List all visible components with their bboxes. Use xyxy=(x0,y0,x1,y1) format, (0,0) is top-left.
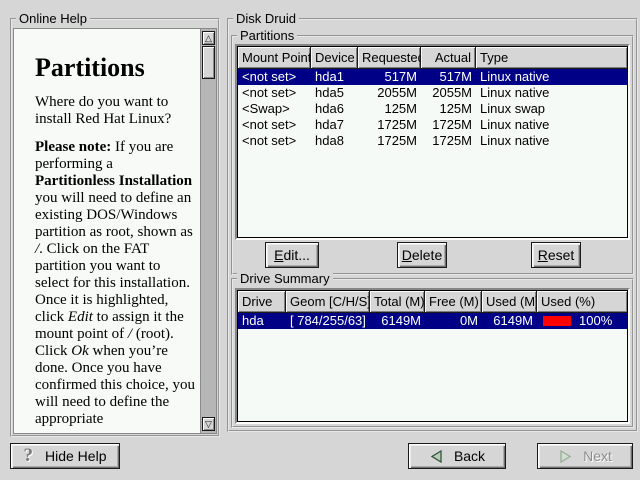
hide-help-button[interactable]: ? Hide Help xyxy=(10,443,120,469)
column-header-mount-point[interactable]: Mount Point xyxy=(238,47,311,69)
drive-summary-table-body: hda[ 784/255/63]6149M0M6149M100% xyxy=(238,313,627,329)
column-header-used-m[interactable]: Used (M) xyxy=(482,291,537,313)
help-content: Partitions Where do you want to install … xyxy=(14,29,201,433)
column-header-type[interactable]: Type xyxy=(476,47,627,69)
partition-row[interactable]: <not set>hda71725M1725MLinux native xyxy=(238,117,627,133)
edit-button[interactable]: Edit... xyxy=(265,242,319,268)
used-percent-bar xyxy=(543,316,571,326)
column-header-total[interactable]: Total (M) xyxy=(370,291,425,313)
drive-summary-table: Drive Geom [C/H/S] Total (M) Free (M) Us… xyxy=(235,288,630,424)
help-title: Partitions xyxy=(35,59,195,76)
disk-druid-frame: Disk Druid Partitions Mount Point Device… xyxy=(227,18,638,432)
help-paragraphs: Where do you want to install Red Hat Lin… xyxy=(35,94,195,428)
column-header-used-pct[interactable]: Used (%) xyxy=(537,291,627,313)
column-header-drive[interactable]: Drive xyxy=(238,291,286,313)
online-help-frame: Online Help Partitions Where do you want… xyxy=(10,18,220,437)
partition-row[interactable]: <Swap>hda6125M125MLinux swap xyxy=(238,101,627,117)
partition-row[interactable]: <not set>hda52055M2055MLinux native xyxy=(238,85,627,101)
partitions-table-body: <not set>hda1517M517MLinux native<not se… xyxy=(238,69,627,149)
next-arrow-icon xyxy=(558,449,573,464)
help-scrollbar[interactable]: △ ▽ xyxy=(200,29,216,433)
partitions-frame-label: Partitions xyxy=(237,28,297,43)
scroll-down-icon[interactable]: ▽ xyxy=(202,417,215,431)
installer-window: Online Help Partitions Where do you want… xyxy=(0,0,640,480)
help-viewport: Partitions Where do you want to install … xyxy=(13,28,217,434)
back-arrow-icon xyxy=(429,449,444,464)
partitions-table: Mount Point Device Requested Actual Type… xyxy=(235,44,630,240)
scrollbar-thumb[interactable] xyxy=(202,46,215,79)
drive-summary-table-header: Drive Geom [C/H/S] Total (M) Free (M) Us… xyxy=(238,291,627,313)
column-header-free[interactable]: Free (M) xyxy=(425,291,482,313)
drive-summary-frame: Drive Summary Drive Geom [C/H/S] Total (… xyxy=(231,278,634,428)
drive-row[interactable]: hda[ 784/255/63]6149M0M6149M100% xyxy=(238,313,627,329)
delete-button[interactable]: Delete xyxy=(397,242,447,268)
next-button: Next xyxy=(537,443,633,469)
column-header-actual[interactable]: Actual xyxy=(421,47,476,69)
disk-druid-frame-label: Disk Druid xyxy=(233,11,299,26)
partition-row[interactable]: <not set>hda1517M517MLinux native xyxy=(238,69,627,85)
column-header-requested[interactable]: Requested xyxy=(358,47,421,69)
partitions-table-header: Mount Point Device Requested Actual Type xyxy=(238,47,627,69)
drive-summary-frame-label: Drive Summary xyxy=(237,271,333,286)
back-button[interactable]: Back xyxy=(408,443,506,469)
online-help-frame-label: Online Help xyxy=(16,11,90,26)
question-mark-icon: ? xyxy=(24,445,34,467)
partitions-frame: Partitions Mount Point Device Requested … xyxy=(231,35,634,275)
column-header-geom[interactable]: Geom [C/H/S] xyxy=(286,291,370,313)
partition-row[interactable]: <not set>hda81725M1725MLinux native xyxy=(238,133,627,149)
reset-button[interactable]: Reset xyxy=(531,242,581,268)
scroll-up-icon[interactable]: △ xyxy=(202,31,215,45)
column-header-device[interactable]: Device xyxy=(311,47,358,69)
